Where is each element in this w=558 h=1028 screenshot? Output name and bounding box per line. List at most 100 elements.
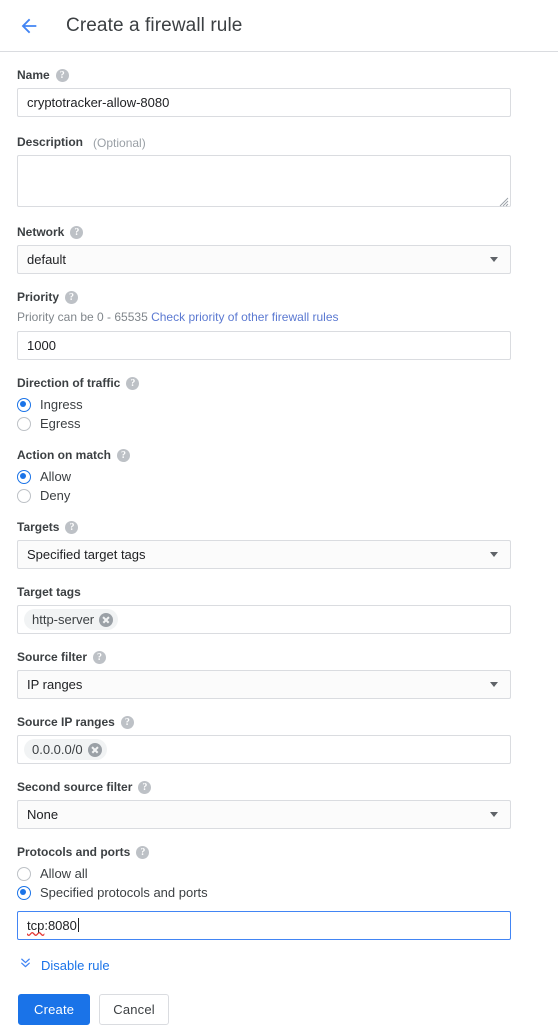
field-second-source-filter: Second source filter ? None	[17, 780, 541, 829]
radio-icon-checked	[17, 470, 31, 484]
protocols-label: Protocols and ports	[17, 845, 131, 859]
protocols-ports-value: tcp:8080	[27, 918, 79, 933]
priority-label: Priority	[17, 290, 60, 304]
field-source-ip-ranges: Source IP ranges ? 0.0.0.0/0	[17, 715, 541, 764]
help-icon[interactable]: ?	[126, 377, 140, 390]
label-row-network: Network ?	[17, 225, 541, 240]
radio-protocols-specified[interactable]: Specified protocols and ports	[17, 884, 541, 902]
text-caret	[77, 918, 79, 932]
direction-label: Direction of traffic	[17, 376, 121, 390]
page-header: Create a firewall rule	[0, 0, 558, 52]
source-ip-ranges-input[interactable]: 0.0.0.0/0	[17, 735, 511, 764]
name-label: Name	[17, 68, 50, 82]
help-icon[interactable]: ?	[93, 651, 107, 664]
firewall-rule-form: Name ? Description (Optional) Network ? …	[0, 52, 558, 1025]
network-label: Network	[17, 225, 65, 239]
chevron-down-icon	[490, 257, 498, 262]
check-priority-link[interactable]: Check priority of other firewall rules	[151, 310, 338, 324]
radio-direction-egress[interactable]: Egress	[17, 415, 541, 433]
field-action-on-match: Action on match ? Allow Deny	[17, 448, 541, 505]
target-tags-input[interactable]: http-server	[17, 605, 511, 634]
label-row-source-ip-ranges: Source IP ranges ?	[17, 715, 541, 730]
second-source-filter-selected-value: None	[27, 807, 59, 822]
radio-icon-unchecked	[17, 867, 31, 881]
chip-target-tag: http-server	[24, 609, 119, 630]
source-filter-label: Source filter	[17, 650, 88, 664]
radio-protocols-allow-all[interactable]: Allow all	[17, 865, 541, 883]
radio-icon-checked	[17, 886, 31, 900]
second-source-filter-label: Second source filter	[17, 780, 133, 794]
priority-hint: Priority can be 0 - 65535 Check priority…	[17, 310, 541, 325]
description-textarea-wrap	[17, 155, 511, 207]
source-filter-selected-value: IP ranges	[27, 677, 83, 692]
field-source-filter: Source filter ? IP ranges	[17, 650, 541, 699]
chip-label: http-server	[32, 612, 95, 627]
cancel-button[interactable]: Cancel	[99, 994, 169, 1025]
radio-direction-ingress[interactable]: Ingress	[17, 396, 541, 414]
network-select[interactable]: default	[17, 245, 511, 274]
misspelled-word: tcp	[27, 918, 45, 933]
help-icon[interactable]: ?	[55, 69, 69, 82]
priority-hint-text: Priority can be 0 - 65535	[17, 310, 148, 324]
field-priority: Priority ? Priority can be 0 - 65535 Che…	[17, 290, 541, 360]
radio-label-egress: Egress	[40, 416, 81, 431]
radio-action-deny[interactable]: Deny	[17, 487, 541, 505]
radio-label-allow-all: Allow all	[40, 866, 88, 881]
help-icon[interactable]: ?	[117, 449, 131, 462]
radio-label-deny: Deny	[40, 488, 71, 503]
description-textarea[interactable]	[17, 155, 511, 207]
chip-source-ip-range: 0.0.0.0/0	[24, 739, 107, 760]
help-icon[interactable]: ?	[136, 846, 150, 859]
radio-icon-unchecked	[17, 417, 31, 431]
targets-select[interactable]: Specified target tags	[17, 540, 511, 569]
label-row-source-filter: Source filter ?	[17, 650, 541, 665]
page-title: Create a firewall rule	[66, 14, 243, 36]
chip-remove-icon[interactable]	[87, 742, 102, 757]
expand-more-double-icon	[18, 956, 33, 974]
targets-label: Targets	[17, 520, 60, 534]
label-row-name: Name ?	[17, 68, 541, 83]
source-ip-ranges-label: Source IP ranges	[17, 715, 115, 729]
help-icon[interactable]: ?	[120, 716, 134, 729]
label-row-targets: Targets ?	[17, 520, 541, 535]
description-label: Description	[17, 135, 84, 149]
label-row-target-tags: Target tags	[17, 585, 541, 600]
create-button[interactable]: Create	[18, 994, 91, 1025]
disable-rule-expander[interactable]: Disable rule	[17, 956, 541, 974]
source-filter-select[interactable]: IP ranges	[17, 670, 511, 699]
help-icon[interactable]: ?	[65, 521, 79, 534]
priority-input[interactable]	[17, 331, 511, 360]
target-tags-label: Target tags	[17, 585, 81, 599]
field-direction-of-traffic: Direction of traffic ? Ingress Egress	[17, 376, 541, 433]
field-target-tags: Target tags http-server	[17, 585, 541, 634]
chip-remove-icon[interactable]	[99, 612, 114, 627]
radio-label-allow: Allow	[40, 469, 72, 484]
arrow-back-icon	[18, 15, 40, 37]
second-source-filter-select[interactable]: None	[17, 800, 511, 829]
field-network: Network ? default	[17, 225, 541, 274]
name-input[interactable]	[17, 88, 511, 117]
radio-action-allow[interactable]: Allow	[17, 468, 541, 486]
disable-rule-label: Disable rule	[41, 957, 110, 973]
help-icon[interactable]: ?	[65, 291, 79, 304]
radio-label-specified: Specified protocols and ports	[40, 885, 208, 900]
back-button[interactable]	[14, 11, 44, 41]
label-row-direction: Direction of traffic ?	[17, 376, 541, 391]
radio-icon-checked	[17, 398, 31, 412]
label-row-description: Description (Optional)	[17, 135, 541, 150]
form-actions: Create Cancel	[17, 994, 541, 1025]
field-name: Name ?	[17, 68, 541, 117]
network-selected-value: default	[27, 252, 67, 267]
description-optional-text: (Optional)	[93, 135, 146, 150]
label-row-priority: Priority ?	[17, 290, 541, 305]
help-icon[interactable]: ?	[138, 781, 152, 794]
help-icon[interactable]: ?	[70, 226, 84, 239]
label-row-protocols: Protocols and ports ?	[17, 845, 541, 860]
field-targets: Targets ? Specified target tags	[17, 520, 541, 569]
chevron-down-icon	[490, 682, 498, 687]
radio-icon-unchecked	[17, 489, 31, 503]
field-protocols-and-ports: Protocols and ports ? Allow all Specifie…	[17, 845, 541, 940]
protocols-ports-value-rest: :8080	[44, 918, 77, 933]
protocols-ports-input[interactable]: tcp:8080	[17, 911, 511, 940]
chevron-down-icon	[490, 552, 498, 557]
